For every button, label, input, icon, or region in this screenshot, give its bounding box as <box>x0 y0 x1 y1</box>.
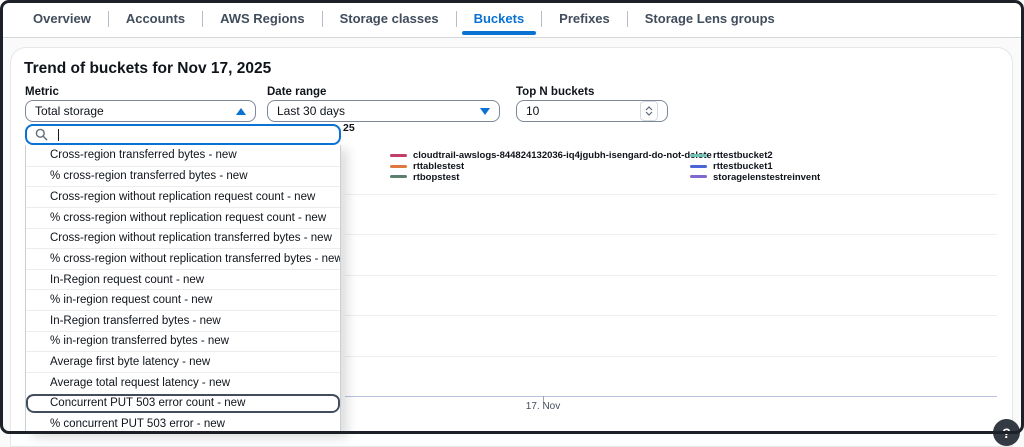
legend-label: rttestbucket2 <box>713 150 773 161</box>
metric-option[interactable]: Average total request latency - new <box>26 372 340 393</box>
tab-storage-classes[interactable]: Storage classes <box>323 0 456 37</box>
caret-down-icon <box>480 108 490 115</box>
x-axis-tick-label: 17. Nov <box>515 401 571 412</box>
tab-overview[interactable]: Overview <box>16 0 108 37</box>
legend-swatch <box>390 154 407 157</box>
date-range-select[interactable]: Last 30 days <box>267 100 500 122</box>
metric-option[interactable]: % in-region request count - new <box>26 289 340 310</box>
metric-option[interactable]: Cross-region without replication transfe… <box>26 228 340 249</box>
x-axis-line <box>345 396 997 397</box>
help-button-label: ? <box>1002 425 1011 441</box>
legend-swatch <box>390 175 407 178</box>
top-n-buckets-input[interactable]: 10 <box>516 100 668 122</box>
caret-up-icon <box>236 108 246 115</box>
gridline <box>345 315 997 316</box>
page-title: Trend of buckets for Nov 17, 2025 <box>24 60 271 78</box>
chart-legend-right-column: rttestbucket2 rttestbucket1 storagelenst… <box>690 150 820 182</box>
metric-option[interactable]: Cross-region without replication request… <box>26 186 340 207</box>
metric-option[interactable]: % concurrent PUT 503 error - new <box>26 413 340 434</box>
date-range-label: Date range <box>267 86 326 98</box>
legend-label: storagelenstestreinvent <box>713 172 820 183</box>
metric-select-value: Total storage <box>35 104 104 118</box>
gridline <box>345 356 997 357</box>
metric-search-input[interactable] <box>25 124 341 145</box>
date-range-select-value: Last 30 days <box>277 104 345 118</box>
help-button[interactable]: ? <box>993 419 1020 446</box>
metric-option[interactable]: % cross-region without replication reque… <box>26 207 340 228</box>
metric-option[interactable]: % cross-region without replication trans… <box>26 248 340 269</box>
metric-option[interactable]: % cross-region transferred bytes - new <box>26 166 340 187</box>
tab-aws-regions[interactable]: AWS Regions <box>203 0 322 37</box>
gridline <box>345 234 997 235</box>
legend-item[interactable]: rttestbucket2 <box>690 150 820 161</box>
legend-label: rttestbucket1 <box>713 161 773 172</box>
legend-swatch <box>390 165 407 168</box>
legend-item[interactable]: cloudtrail-awslogs-844824132036-iq4jgubh… <box>390 150 712 161</box>
tab-accounts[interactable]: Accounts <box>109 0 202 37</box>
legend-label: rttablestest <box>413 161 464 172</box>
legend-swatch <box>690 165 707 168</box>
legend-item[interactable]: rtbopstest <box>390 172 712 183</box>
gridline <box>345 194 997 195</box>
legend-label: cloudtrail-awslogs-844824132036-iq4jgubh… <box>413 150 712 161</box>
tab-label: Accounts <box>126 11 185 26</box>
tab-bar: Overview Accounts AWS Regions Storage cl… <box>0 0 1024 38</box>
number-stepper[interactable] <box>640 101 658 121</box>
tab-label: AWS Regions <box>220 11 305 26</box>
tab-storage-lens-groups[interactable]: Storage Lens groups <box>628 0 792 37</box>
tab-label: Overview <box>33 11 91 26</box>
gridline <box>345 275 997 276</box>
metric-option[interactable]: % in-region transferred bytes - new <box>26 331 340 352</box>
top-n-buckets-value: 10 <box>526 104 539 118</box>
legend-item[interactable]: rttestbucket1 <box>690 161 820 172</box>
metric-option[interactable]: Average first byte latency - new <box>26 351 340 372</box>
metric-option[interactable]: In-Region request count - new <box>26 269 340 290</box>
tab-prefixes[interactable]: Prefixes <box>542 0 627 37</box>
tab-label: Prefixes <box>559 11 610 26</box>
search-icon <box>35 128 48 141</box>
legend-swatch <box>690 154 707 157</box>
metric-label: Metric <box>25 86 59 98</box>
legend-item[interactable]: storagelenstestreinvent <box>690 172 820 183</box>
stepper-down-icon <box>645 111 653 116</box>
metric-option-focused[interactable]: Concurrent PUT 503 error count - new <box>26 393 340 414</box>
metric-option[interactable]: In-Region transferred bytes - new <box>26 310 340 331</box>
legend-item[interactable]: rttablestest <box>390 161 712 172</box>
metric-option[interactable]: Cross-region transferred bytes - new <box>26 145 340 166</box>
metric-select[interactable]: Total storage <box>25 100 256 122</box>
chart-legend-left-column: cloudtrail-awslogs-844824132036-iq4jgubh… <box>390 150 712 182</box>
legend-label: rtbopstest <box>413 172 459 183</box>
tab-buckets[interactable]: Buckets <box>457 0 542 37</box>
chart-title-fragment: 25 <box>343 122 355 134</box>
text-cursor <box>58 129 59 141</box>
legend-swatch <box>690 175 707 178</box>
tab-label: Buckets <box>474 11 525 26</box>
tab-label: Storage classes <box>340 11 439 26</box>
metric-options-list: Cross-region transferred bytes - new % c… <box>25 145 341 434</box>
tab-label: Storage Lens groups <box>645 11 775 26</box>
top-n-buckets-label: Top N buckets <box>516 86 594 98</box>
